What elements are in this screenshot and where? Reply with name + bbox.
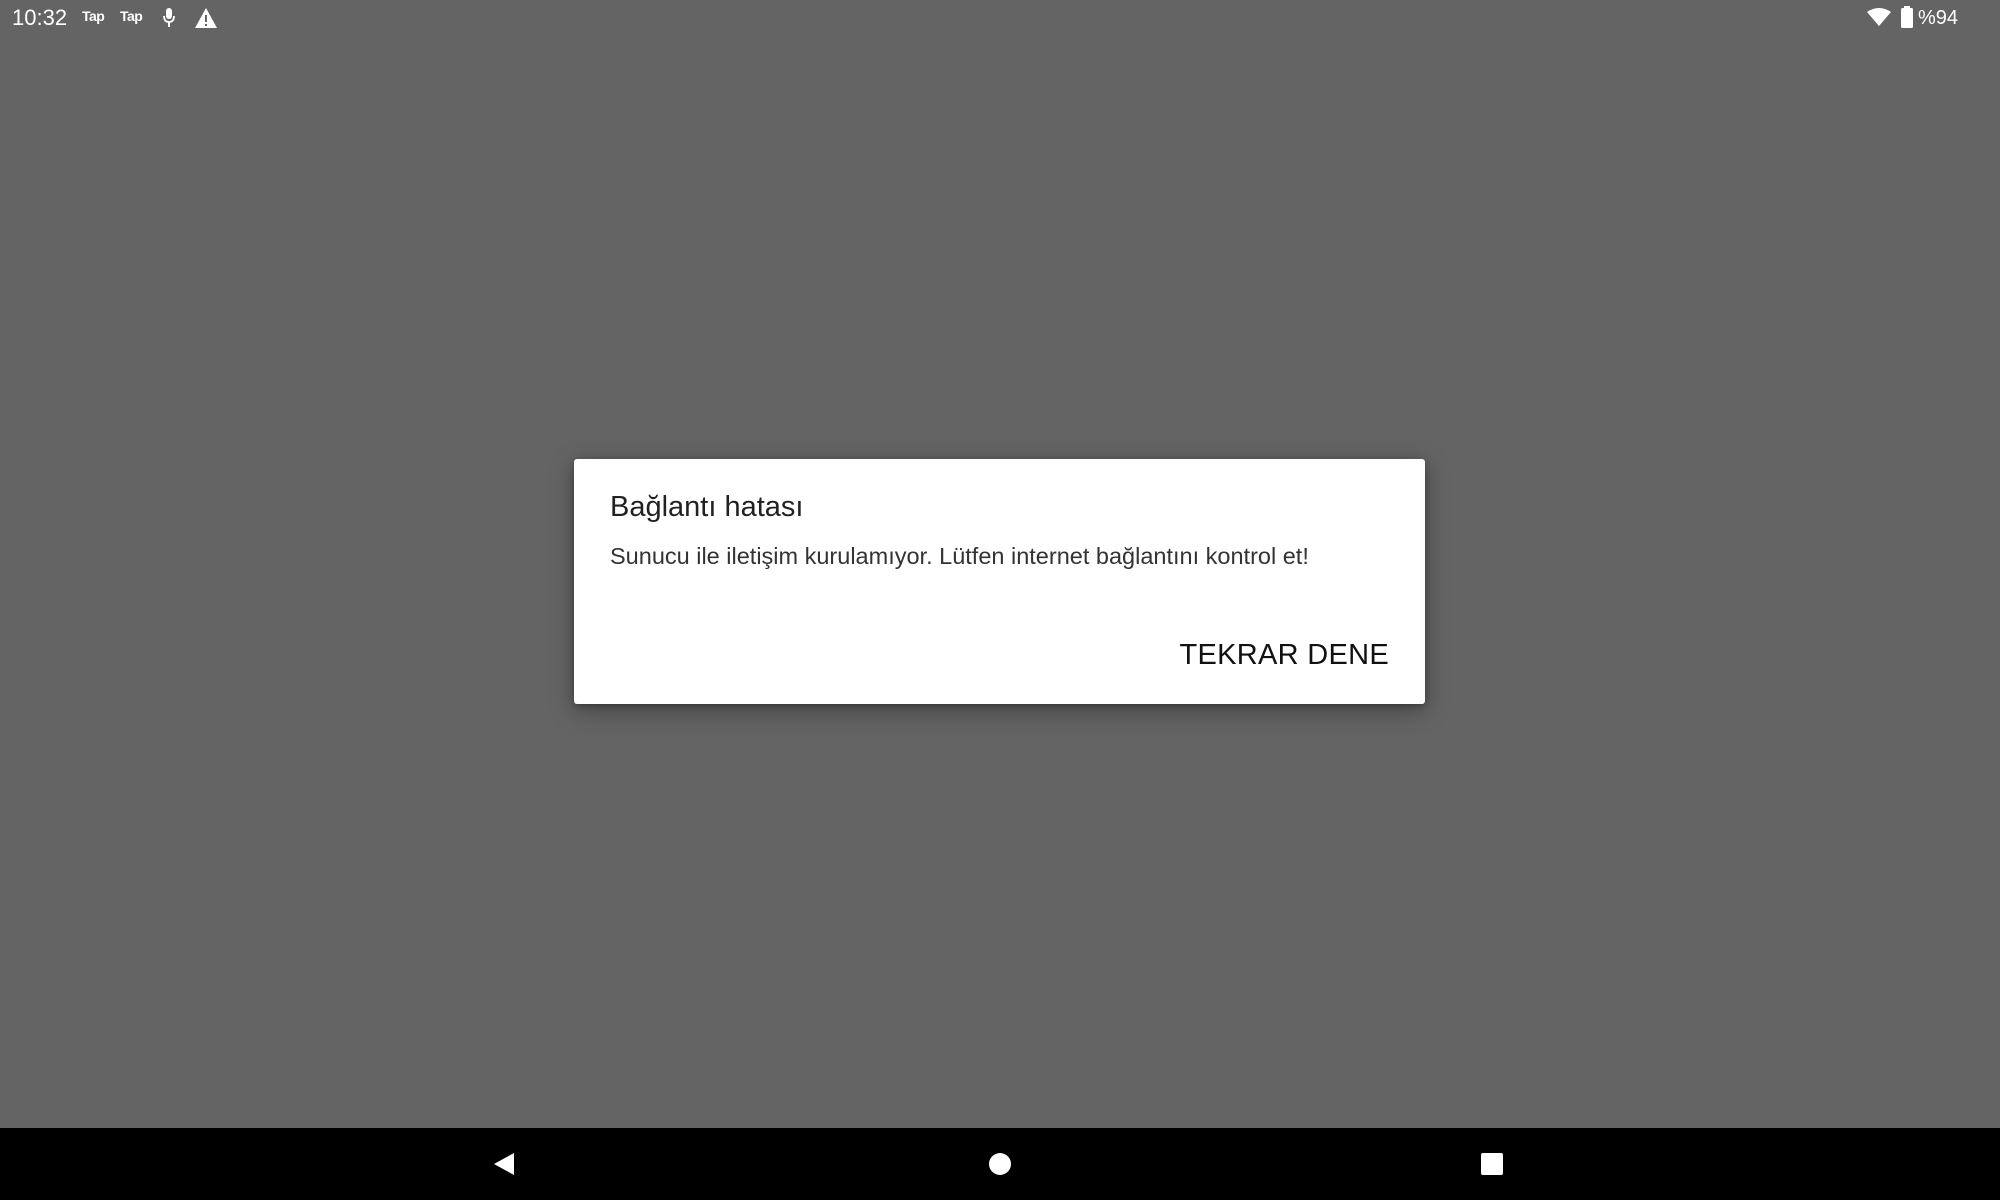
status-bar: 10:32 Tap Tap %94: [0, 0, 2000, 36]
dialog-title: Bağlantı hatası: [610, 491, 804, 523]
recents-icon[interactable]: [1468, 1140, 1516, 1188]
connection-error-dialog: Bağlantı hatası Sunucu ile iletişim kuru…: [574, 459, 1425, 704]
back-icon[interactable]: [480, 1140, 528, 1188]
navigation-bar: [0, 1128, 2000, 1200]
notification-tap-1: Tap: [82, 8, 105, 24]
status-time: 10:32: [12, 5, 68, 30]
notification-tap-2: Tap: [120, 8, 143, 24]
dialog-message: Sunucu ile iletişim kurulamıyor. Lütfen …: [610, 543, 1309, 569]
mic-icon: [163, 8, 175, 27]
battery-percentage: %94: [1918, 7, 1959, 29]
home-icon[interactable]: [976, 1140, 1024, 1188]
wifi-icon: [1867, 8, 1891, 26]
battery-icon: [1901, 6, 1913, 28]
retry-button[interactable]: TEKRAR DENE: [1179, 635, 1389, 675]
warning-icon: [195, 8, 217, 28]
